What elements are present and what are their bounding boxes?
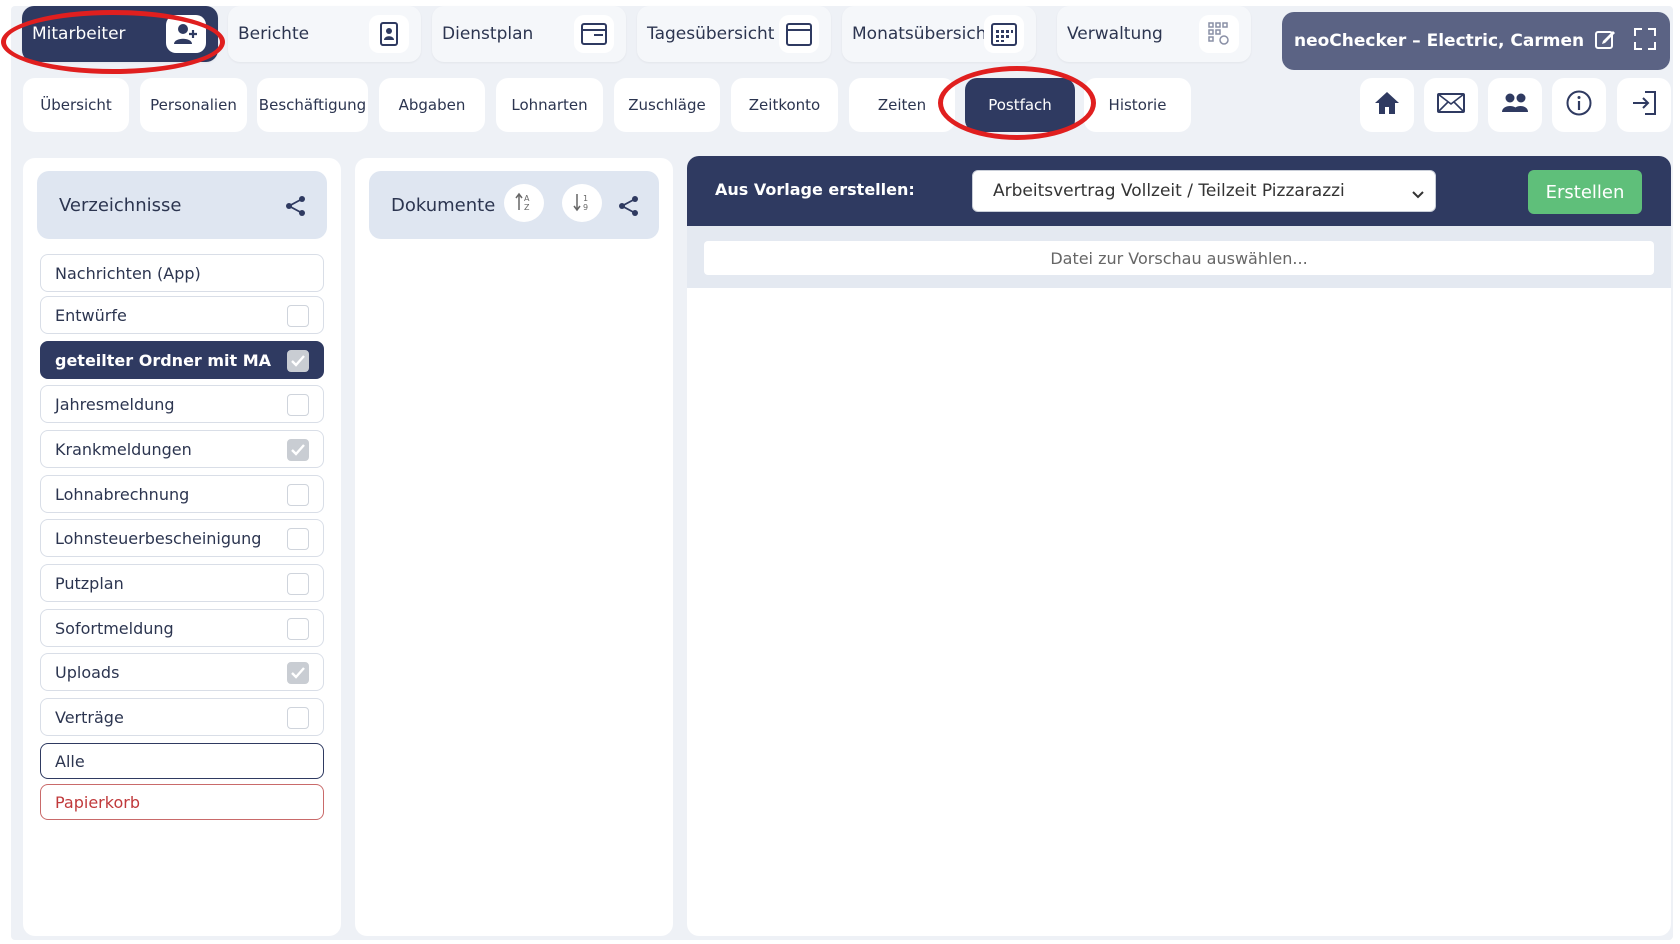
fullscreen-icon[interactable] [1634,28,1656,55]
tab-historie[interactable]: Historie [1084,78,1191,132]
nav-tab-label: Tagesübersicht [647,24,775,44]
sort-numeric-button[interactable]: 19 [562,184,602,222]
folder-checkbox[interactable] [287,573,309,595]
folder-vertraege[interactable]: Verträge [40,698,324,736]
folder-nachrichten-app[interactable]: Nachrichten (App) [40,254,324,292]
sort-alpha-button[interactable]: AZ [504,184,544,222]
tab-postfach[interactable]: Postfach [965,78,1075,132]
tab-beschaeftigung[interactable]: Beschäftigung [257,78,368,132]
folder-lohnabrechnung[interactable]: Lohnabrechnung [40,475,324,513]
nav-tab-verwaltung[interactable]: Verwaltung [1057,6,1251,62]
share-icon[interactable] [618,195,640,221]
user-plus-icon [166,15,206,53]
folder-label: Lohnsteuerbescheinigung [55,528,262,548]
home-button[interactable] [1360,78,1414,132]
folder-krankmeldungen[interactable]: Krankmeldungen [40,430,324,468]
folder-label: Papierkorb [55,792,140,812]
account-name: neoChecker – Electric, Carmen [1294,31,1585,51]
nav-tab-tagesuebersicht[interactable]: Tagesübersicht [637,6,831,62]
svg-text:A: A [524,194,530,203]
folder-label: Nachrichten (App) [55,263,201,283]
folder-uploads[interactable]: Uploads [40,653,324,691]
folder-putzplan[interactable]: Putzplan [40,564,324,602]
svg-text:Z: Z [524,203,530,212]
folder-checkbox[interactable] [287,662,309,684]
tab-zeitkonto[interactable]: Zeitkonto [731,78,838,132]
file-preview-hint: Datei zur Vorschau auswählen... [704,241,1654,275]
nav-tab-monatsuebersicht[interactable]: Monatsübersicht [842,6,1036,62]
logout-icon [1631,91,1657,119]
edit-icon[interactable] [1594,28,1616,55]
tab-zuschlaege[interactable]: Zuschläge [614,78,720,132]
folder-sofortmeldung[interactable]: Sofortmeldung [40,609,324,647]
month-calendar-icon [984,15,1024,53]
folder-label: Alle [55,751,85,771]
users-icon [1501,92,1529,118]
folder-checkbox[interactable] [287,707,309,729]
sort-alpha-icon: AZ [515,192,533,215]
mail-icon [1437,93,1465,117]
folder-checkbox[interactable] [287,618,309,640]
folder-label: Putzplan [55,573,124,593]
nav-tab-label: Verwaltung [1067,24,1163,44]
tab-lohnarten[interactable]: Lohnarten [496,78,603,132]
chevron-down-icon [1411,185,1425,205]
template-select-value: Arbeitsvertrag Vollzeit / Teilzeit Pizza… [993,181,1345,201]
preview-area [687,288,1671,936]
folder-label: Verträge [55,707,124,727]
report-icon [369,15,409,53]
folder-label: Jahresmeldung [55,394,175,414]
folder-checkbox[interactable] [287,305,309,327]
svg-text:1: 1 [583,194,588,203]
tab-uebersicht[interactable]: Übersicht [23,78,129,132]
folder-label: Sofortmeldung [55,618,174,638]
documents-panel [355,158,673,936]
folder-jahresmeldung[interactable]: Jahresmeldung [40,385,324,423]
template-label: Aus Vorlage erstellen: [715,180,915,199]
nav-tab-berichte[interactable]: Berichte [228,6,421,62]
folder-checkbox[interactable] [287,394,309,416]
folder-checkbox[interactable] [287,350,309,372]
create-button[interactable]: Erstellen [1528,170,1642,214]
logout-button[interactable] [1617,78,1671,132]
account-header: neoChecker – Electric, Carmen [1282,12,1670,70]
documents-title: Dokumente [391,194,496,216]
folder-checkbox[interactable] [287,484,309,506]
tab-personalien[interactable]: Personalien [140,78,247,132]
day-calendar-icon [779,15,819,53]
nav-tab-dienstplan[interactable]: Dienstplan [432,6,626,62]
svg-text:9: 9 [583,203,588,212]
folder-checkbox[interactable] [287,528,309,550]
mail-button[interactable] [1424,78,1478,132]
folder-label: geteilter Ordner mit MA [55,350,272,370]
schedule-icon [574,15,614,53]
nav-tab-label: Mitarbeiter [32,24,126,44]
nav-tab-label: Monatsübersicht [852,24,994,44]
tab-abgaben[interactable]: Abgaben [379,78,485,132]
nav-tab-label: Berichte [238,24,310,44]
home-icon [1374,91,1400,119]
folder-geteilter-ordner[interactable]: geteilter Ordner mit MA [40,341,324,379]
folder-lohnsteuerbescheinigung[interactable]: Lohnsteuerbescheinigung [40,519,324,557]
info-icon [1566,90,1592,120]
folder-label: Uploads [55,662,120,682]
share-icon[interactable] [285,195,307,222]
nav-tab-mitarbeiter[interactable]: Mitarbeiter [22,6,218,62]
admin-grid-icon [1199,15,1239,53]
directories-header: Verzeichnisse [37,171,327,239]
folder-entwuerfe[interactable]: Entwürfe [40,296,324,334]
team-button[interactable] [1488,78,1542,132]
tab-zeiten[interactable]: Zeiten [849,78,955,132]
folder-alle[interactable]: Alle [40,743,324,779]
sort-numeric-icon: 19 [573,192,591,215]
folder-label: Lohnabrechnung [55,484,190,504]
nav-tab-label: Dienstplan [442,24,534,44]
directories-title: Verzeichnisse [59,194,182,216]
folder-papierkorb[interactable]: Papierkorb [40,784,324,820]
info-button[interactable] [1552,78,1606,132]
folder-checkbox[interactable] [287,439,309,461]
template-select[interactable]: Arbeitsvertrag Vollzeit / Teilzeit Pizza… [972,170,1436,212]
folder-label: Entwürfe [55,305,127,325]
folder-label: Krankmeldungen [55,439,192,459]
